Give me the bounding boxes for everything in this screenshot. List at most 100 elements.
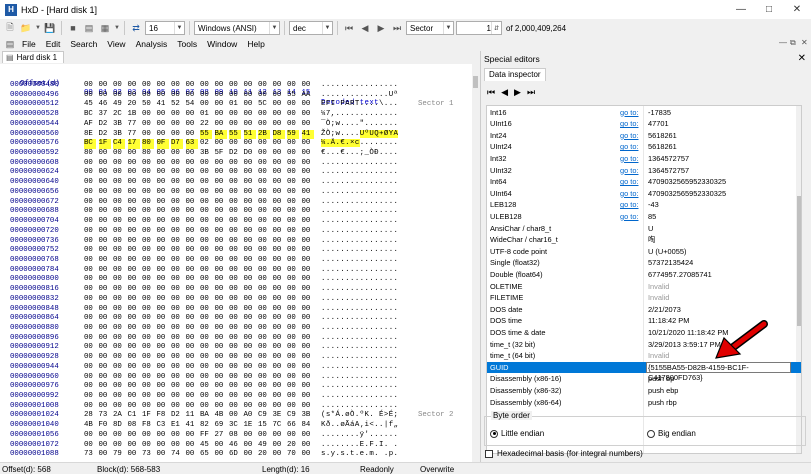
decoded-text[interactable]: ................ bbox=[321, 392, 398, 402]
first-sector-icon[interactable]: ⏮ bbox=[342, 21, 356, 35]
hex-byte[interactable]: 00 bbox=[287, 295, 299, 305]
hex-row[interactable]: 00000000640 00 00 00 00 00 00 00 00 00 00 00 00 00 00 0… bbox=[0, 178, 472, 188]
hex-byte[interactable]: 00 bbox=[113, 227, 125, 237]
last-sector-icon[interactable]: ⏭ bbox=[390, 21, 404, 35]
hex-byte[interactable]: 00 bbox=[186, 343, 198, 353]
hex-byte[interactable]: 00 bbox=[128, 91, 140, 101]
hex-byte[interactable]: 00 bbox=[128, 431, 140, 441]
hex-row[interactable]: 00000000992 00 00 00 00 00 00 00 00 00 00 00 00 00 00 0… bbox=[0, 392, 472, 402]
hex-byte[interactable]: 00 bbox=[244, 402, 256, 412]
hex-byte[interactable]: 00 bbox=[273, 149, 285, 159]
hex-byte[interactable]: 00 bbox=[157, 353, 169, 363]
decoded-text[interactable]: ................ bbox=[321, 159, 398, 169]
hex-byte[interactable]: 00 bbox=[302, 188, 314, 198]
hex-byte[interactable]: 00 bbox=[128, 246, 140, 256]
hex-byte[interactable]: 00 bbox=[302, 100, 314, 110]
hex-byte[interactable]: 00 bbox=[113, 314, 125, 324]
hex-byte[interactable]: 00 bbox=[258, 188, 270, 198]
hex-byte[interactable]: 00 bbox=[287, 363, 299, 373]
hex-byte[interactable]: F0 bbox=[99, 421, 111, 431]
hex-byte[interactable]: 3B bbox=[200, 149, 212, 159]
hex-byte[interactable]: 00 bbox=[258, 285, 270, 295]
decoded-text[interactable]: ................ bbox=[321, 324, 398, 334]
hex-byte[interactable]: 00 bbox=[273, 168, 285, 178]
hex-byte[interactable]: 00 bbox=[142, 431, 154, 441]
hex-byte[interactable]: 00 bbox=[229, 314, 241, 324]
hex-byte[interactable]: 00 bbox=[244, 343, 256, 353]
hex-byte[interactable]: 00 bbox=[84, 402, 96, 412]
hex-byte[interactable]: 00 bbox=[258, 373, 270, 383]
hex-byte[interactable]: 00 bbox=[84, 91, 96, 101]
hex-byte[interactable]: 00 bbox=[84, 168, 96, 178]
decoded-text[interactable]: ..............Uª bbox=[321, 91, 398, 101]
hex-byte[interactable]: 02 bbox=[200, 139, 212, 149]
hex-byte[interactable]: 00 bbox=[302, 343, 314, 353]
hex-byte[interactable]: 00 bbox=[200, 314, 212, 324]
hex-byte[interactable]: 00 bbox=[273, 305, 285, 315]
hex-byte[interactable]: 00 bbox=[157, 266, 169, 276]
hex-byte[interactable]: 00 bbox=[229, 188, 241, 198]
hex-byte[interactable]: 00 bbox=[186, 295, 198, 305]
decoded-text[interactable]: ................ bbox=[321, 402, 398, 412]
hex-byte[interactable]: 00 bbox=[302, 275, 314, 285]
hex-byte[interactable]: 00 bbox=[302, 382, 314, 392]
hex-byte[interactable]: 00 bbox=[215, 178, 227, 188]
hex-byte[interactable]: 00 bbox=[273, 363, 285, 373]
prev-sector-icon[interactable]: ◀ bbox=[358, 21, 372, 35]
inspector-value[interactable]: 11:18:42 PM bbox=[648, 315, 689, 327]
hex-byte[interactable]: 00 bbox=[186, 198, 198, 208]
hex-byte[interactable]: 00 bbox=[157, 314, 169, 324]
hex-byte[interactable]: 00 bbox=[113, 363, 125, 373]
inspector-row[interactable]: GUID {5155BA55-D82B-4159-BC1F-C417800FD76… bbox=[487, 361, 801, 382]
decoded-text[interactable]: EFI PART....\... bbox=[321, 100, 398, 110]
tab-data-inspector[interactable]: Data inspector bbox=[484, 68, 546, 81]
hex-byte[interactable]: 00 bbox=[215, 256, 227, 266]
hex-byte[interactable]: 00 bbox=[128, 217, 140, 227]
hex-byte[interactable]: 00 bbox=[215, 334, 227, 344]
hex-byte[interactable]: 00 bbox=[273, 100, 285, 110]
hex-byte[interactable]: 00 bbox=[215, 314, 227, 324]
hex-byte[interactable]: 00 bbox=[99, 266, 111, 276]
hex-byte[interactable]: 00 bbox=[244, 275, 256, 285]
hex-byte[interactable]: 00 bbox=[99, 207, 111, 217]
hex-byte[interactable]: 00 bbox=[157, 363, 169, 373]
hex-byte[interactable]: 00 bbox=[200, 178, 212, 188]
decoded-text[interactable]: ................ bbox=[321, 314, 398, 324]
hex-byte[interactable]: 00 bbox=[128, 314, 140, 324]
hex-byte[interactable]: 00 bbox=[186, 91, 198, 101]
hex-row[interactable]: 00000000656 00 00 00 00 00 00 00 00 00 00 00 00 00 00 0… bbox=[0, 188, 472, 198]
hex-byte[interactable]: 00 bbox=[171, 441, 183, 451]
hex-byte[interactable]: 00 bbox=[113, 402, 125, 412]
hex-byte[interactable]: 00 bbox=[244, 188, 256, 198]
position-input[interactable]: 1 ⇵ bbox=[456, 21, 502, 35]
inspector-row[interactable]: FILETIME Invalid bbox=[487, 292, 801, 304]
hex-byte[interactable]: 00 bbox=[200, 392, 212, 402]
hex-byte[interactable]: 00 bbox=[215, 168, 227, 178]
hex-byte[interactable]: 2A bbox=[113, 411, 125, 421]
hex-byte[interactable]: 00 bbox=[287, 159, 299, 169]
hex-byte[interactable]: 00 bbox=[113, 441, 125, 451]
hex-byte[interactable]: 00 bbox=[157, 382, 169, 392]
hex-byte[interactable]: 00 bbox=[287, 353, 299, 363]
hex-byte[interactable]: F8 bbox=[142, 421, 154, 431]
hex-byte[interactable]: 00 bbox=[171, 266, 183, 276]
hex-byte[interactable]: 00 bbox=[229, 227, 241, 237]
hex-byte[interactable]: 00 bbox=[186, 285, 198, 295]
hex-byte[interactable]: 00 bbox=[273, 159, 285, 169]
hex-byte[interactable]: 00 bbox=[99, 159, 111, 169]
hex-byte[interactable]: 00 bbox=[215, 382, 227, 392]
hex-byte[interactable]: 00 bbox=[229, 91, 241, 101]
hex-row[interactable]: 00000000800 00 00 00 00 00 00 00 00 00 00 00 00 00 00 0… bbox=[0, 275, 472, 285]
hex-byte[interactable]: 00 bbox=[229, 139, 241, 149]
hex-byte[interactable]: 00 bbox=[229, 246, 241, 256]
hex-byte[interactable]: 00 bbox=[99, 198, 111, 208]
hex-byte[interactable]: 00 bbox=[186, 256, 198, 266]
hex-byte[interactable]: 00 bbox=[186, 246, 198, 256]
hex-byte[interactable]: 00 bbox=[244, 373, 256, 383]
hex-byte[interactable]: 00 bbox=[186, 450, 198, 460]
hex-byte[interactable]: 41 bbox=[157, 100, 169, 110]
hex-byte[interactable]: 00 bbox=[113, 159, 125, 169]
hex-byte[interactable]: 00 bbox=[128, 81, 140, 91]
hex-byte[interactable]: 00 bbox=[142, 314, 154, 324]
hex-byte[interactable]: 00 bbox=[302, 441, 314, 451]
